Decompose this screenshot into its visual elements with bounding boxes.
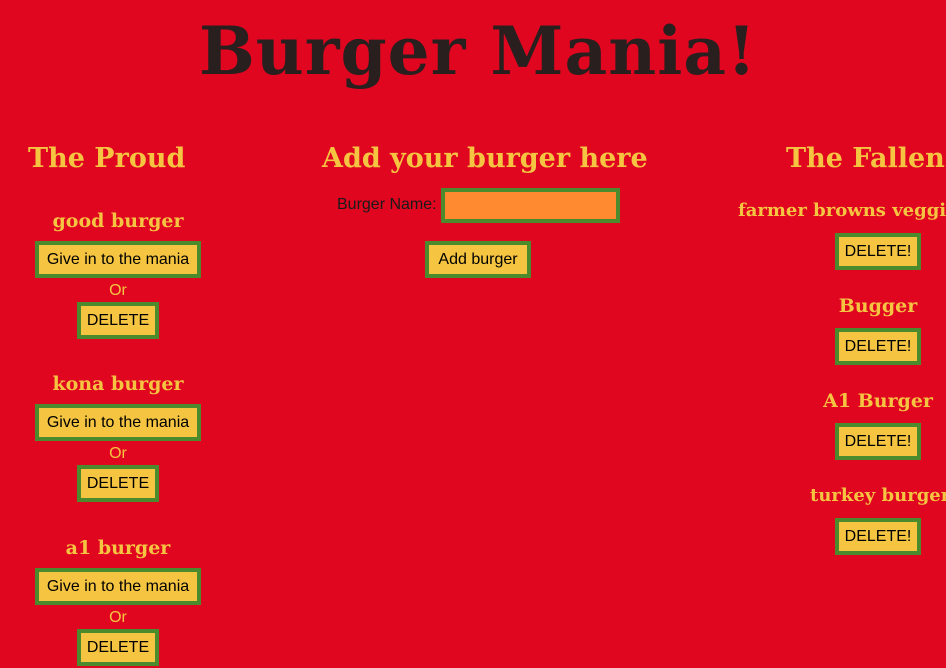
form-heading: Add your burger here (322, 143, 648, 174)
or-text: Or (109, 609, 127, 626)
delete-button[interactable]: DELETE! (835, 423, 921, 460)
burger-name: good burger (52, 210, 184, 232)
burger-name: a1 burger (65, 537, 171, 559)
add-burger-button[interactable]: Add burger (425, 241, 531, 278)
devour-button[interactable]: Give in to the mania (35, 241, 201, 278)
delete-button[interactable]: DELETE! (835, 328, 921, 365)
or-text: Or (109, 445, 127, 462)
delete-button[interactable]: DELETE (77, 302, 159, 339)
delete-button[interactable]: DELETE (77, 465, 159, 502)
delete-button[interactable]: DELETE (77, 629, 159, 666)
proud-heading: The Proud (28, 143, 186, 174)
burger-name: Bugger (838, 295, 918, 317)
burger-name: kona burger (52, 373, 184, 395)
devour-button[interactable]: Give in to the mania (35, 568, 201, 605)
burger-name-input[interactable] (441, 188, 620, 223)
burger-name: turkey burger (810, 487, 946, 505)
delete-button[interactable]: DELETE! (835, 518, 921, 555)
delete-button[interactable]: DELETE! (835, 233, 921, 270)
devour-button[interactable]: Give in to the mania (35, 404, 201, 441)
fallen-heading: The Fallen (786, 143, 945, 174)
burger-name: A1 Burger (823, 390, 933, 412)
page-title: Burger Mania! (198, 12, 758, 90)
or-text: Or (109, 282, 127, 299)
burger-name: farmer browns veggie (738, 202, 946, 220)
burger-name-label: Burger Name: (337, 196, 437, 213)
